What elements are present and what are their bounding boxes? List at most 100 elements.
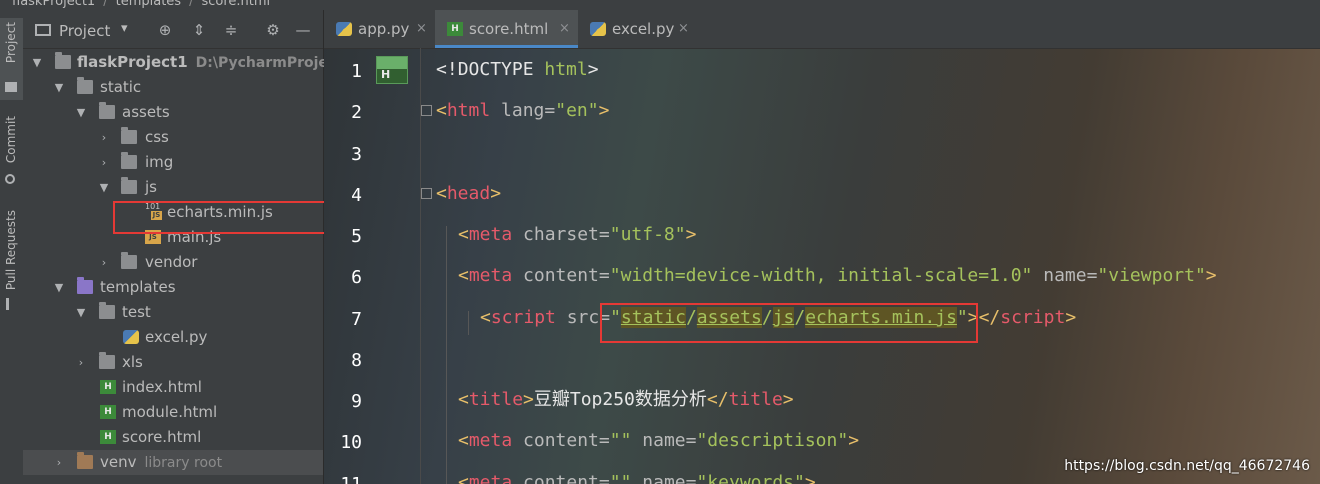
tree-item-img[interactable]: › img bbox=[23, 150, 323, 175]
pull-request-icon bbox=[6, 298, 9, 310]
breadcrumb-item[interactable]: templates bbox=[116, 0, 181, 9]
tree-item-xls[interactable]: › xls bbox=[23, 350, 323, 375]
close-icon[interactable]: × bbox=[416, 10, 427, 48]
collapse-all-icon[interactable]: ≑ bbox=[223, 22, 239, 38]
tab-app-py[interactable]: app.py × bbox=[324, 10, 434, 48]
folder-icon bbox=[77, 77, 93, 94]
tree-item-label: static bbox=[100, 78, 142, 96]
line-number: 4 bbox=[351, 185, 362, 206]
close-icon[interactable]: × bbox=[678, 10, 689, 48]
indent-guide bbox=[446, 226, 447, 484]
code-line-7: <script src="static/assets/js/echarts.mi… bbox=[480, 307, 1077, 328]
project-view-selector[interactable]: Project bbox=[59, 22, 110, 40]
html-file-icon: H bbox=[100, 430, 116, 444]
path-segment-link[interactable]: static bbox=[620, 307, 686, 328]
chevron-down-icon[interactable]: ▼ bbox=[75, 300, 87, 325]
project-panel-header: Project ▾ ⊕ ⇕ ≑ ⚙ — bbox=[23, 10, 323, 49]
commit-icon bbox=[5, 174, 15, 184]
minimize-icon[interactable]: — bbox=[295, 22, 311, 38]
caret-down-icon[interactable]: ▾ bbox=[121, 21, 128, 36]
tool-tab-pull-requests-label: Pull Requests bbox=[4, 210, 18, 291]
chevron-down-icon[interactable]: ▼ bbox=[75, 100, 87, 125]
tree-item-css[interactable]: › css bbox=[23, 125, 323, 150]
tab-excel-py[interactable]: excel.py × bbox=[578, 10, 696, 48]
tree-item-label: assets bbox=[122, 103, 170, 121]
templates-folder-icon bbox=[77, 277, 93, 294]
tab-label: score.html bbox=[469, 20, 549, 38]
line-number: 2 bbox=[351, 102, 362, 123]
editor-tab-bar: app.py × H score.html × excel.py × bbox=[324, 10, 1320, 49]
folder-icon bbox=[99, 102, 115, 119]
tree-item-label: index.html bbox=[122, 378, 202, 396]
tree-item-index-html[interactable]: H index.html bbox=[23, 375, 323, 400]
chevron-right-icon[interactable]: › bbox=[53, 450, 65, 475]
editor: app.py × H score.html × excel.py × H 1 2… bbox=[324, 10, 1320, 484]
tree-item-js[interactable]: ▼ js bbox=[23, 175, 323, 200]
chevron-down-icon[interactable]: ▼ bbox=[53, 75, 65, 100]
folder-icon bbox=[99, 352, 115, 369]
tree-item-static[interactable]: ▼ static bbox=[23, 75, 323, 100]
path-segment-link[interactable]: js bbox=[772, 307, 795, 328]
path-segment-link[interactable]: echarts.min.js bbox=[805, 307, 957, 328]
code-area[interactable]: H 1 2 3 4 5 6 7 8 9 10 11 <!DOCTYPE html… bbox=[324, 48, 1320, 484]
tree-item-main-js[interactable]: JS main.js bbox=[23, 225, 323, 250]
tree-item-flaskproject1[interactable]: ▼ flaskProject1 D:\PycharmProjects bbox=[23, 50, 351, 75]
tree-item-label: flaskProject1 bbox=[77, 53, 188, 71]
code-line-1: <!DOCTYPE html> bbox=[436, 59, 599, 80]
tool-tab-project[interactable]: Project bbox=[0, 18, 23, 100]
line-number: 7 bbox=[351, 309, 362, 330]
badge-letter: H bbox=[381, 68, 391, 81]
tool-tab-pull-requests[interactable]: Pull Requests bbox=[0, 206, 23, 318]
tree-item-templates[interactable]: ▼ templates bbox=[23, 275, 323, 300]
line-number: 1 bbox=[351, 61, 362, 82]
tree-item-label: img bbox=[145, 153, 174, 171]
tool-tab-commit[interactable]: Commit bbox=[0, 110, 23, 196]
html-file-icon: H bbox=[447, 22, 463, 36]
line-number: 11 bbox=[324, 474, 362, 484]
chevron-right-icon[interactable]: › bbox=[75, 350, 87, 375]
tree-item-label: score.html bbox=[122, 428, 202, 446]
tree-item-score-html[interactable]: H score.html bbox=[23, 425, 323, 450]
close-icon[interactable]: × bbox=[559, 10, 570, 48]
tree-item-assets[interactable]: ▼ assets bbox=[23, 100, 323, 125]
tab-score-html[interactable]: H score.html × bbox=[435, 10, 578, 48]
chevron-right-icon[interactable]: › bbox=[98, 125, 110, 150]
chevron-right-icon[interactable]: › bbox=[98, 150, 110, 175]
tree-item-label: css bbox=[145, 128, 169, 146]
path-segment-link[interactable]: assets bbox=[696, 307, 762, 328]
expand-all-icon[interactable]: ⇕ bbox=[191, 22, 207, 38]
fold-marker-icon[interactable] bbox=[421, 188, 432, 199]
tree-item-label: module.html bbox=[122, 403, 218, 421]
gear-icon[interactable]: ⚙ bbox=[265, 22, 281, 38]
tree-item-echarts-min-js[interactable]: 101 JS echarts.min.js bbox=[23, 200, 323, 225]
breadcrumb-item[interactable]: score.html bbox=[201, 0, 270, 9]
folder-icon bbox=[121, 252, 137, 269]
chevron-down-icon[interactable]: ▼ bbox=[31, 50, 43, 75]
fold-marker-icon[interactable] bbox=[421, 105, 432, 116]
tree-item-excel-py[interactable]: excel.py bbox=[23, 325, 323, 350]
chevron-right-icon[interactable]: › bbox=[98, 250, 110, 275]
breadcrumb-item[interactable]: flaskProject1 bbox=[12, 0, 95, 9]
minified-js-file-icon: 101 JS bbox=[145, 202, 162, 220]
python-file-icon bbox=[123, 330, 139, 344]
python-file-icon bbox=[590, 22, 606, 36]
line-number: 3 bbox=[351, 144, 362, 165]
tree-item-label: templates bbox=[100, 278, 176, 296]
tree-item-venv[interactable]: › venv library root bbox=[23, 450, 323, 475]
tree-item-test[interactable]: ▼ test bbox=[23, 300, 323, 325]
folder-icon bbox=[121, 152, 137, 169]
locate-icon[interactable]: ⊕ bbox=[157, 22, 173, 38]
line-number: 6 bbox=[351, 267, 362, 288]
line-number: 9 bbox=[351, 391, 362, 412]
tree-item-library-hint: library root bbox=[144, 455, 223, 471]
tree-item-vendor[interactable]: › vendor bbox=[23, 250, 323, 275]
chevron-down-icon[interactable]: ▼ bbox=[98, 175, 110, 200]
code-line-4: <head> bbox=[436, 183, 502, 204]
tree-item-label: echarts.min.js bbox=[167, 203, 273, 221]
tree-item-module-html[interactable]: H module.html bbox=[23, 400, 323, 425]
code-line-9: <title>豆瓣Top250数据分析</title> bbox=[458, 389, 794, 410]
project-panel: Project ▾ ⊕ ⇕ ≑ ⚙ — ▼ flaskProject1 D:\Py… bbox=[23, 10, 351, 484]
chevron-down-icon[interactable]: ▼ bbox=[53, 275, 65, 300]
folder-icon bbox=[99, 302, 115, 319]
project-view-icon bbox=[35, 24, 51, 36]
